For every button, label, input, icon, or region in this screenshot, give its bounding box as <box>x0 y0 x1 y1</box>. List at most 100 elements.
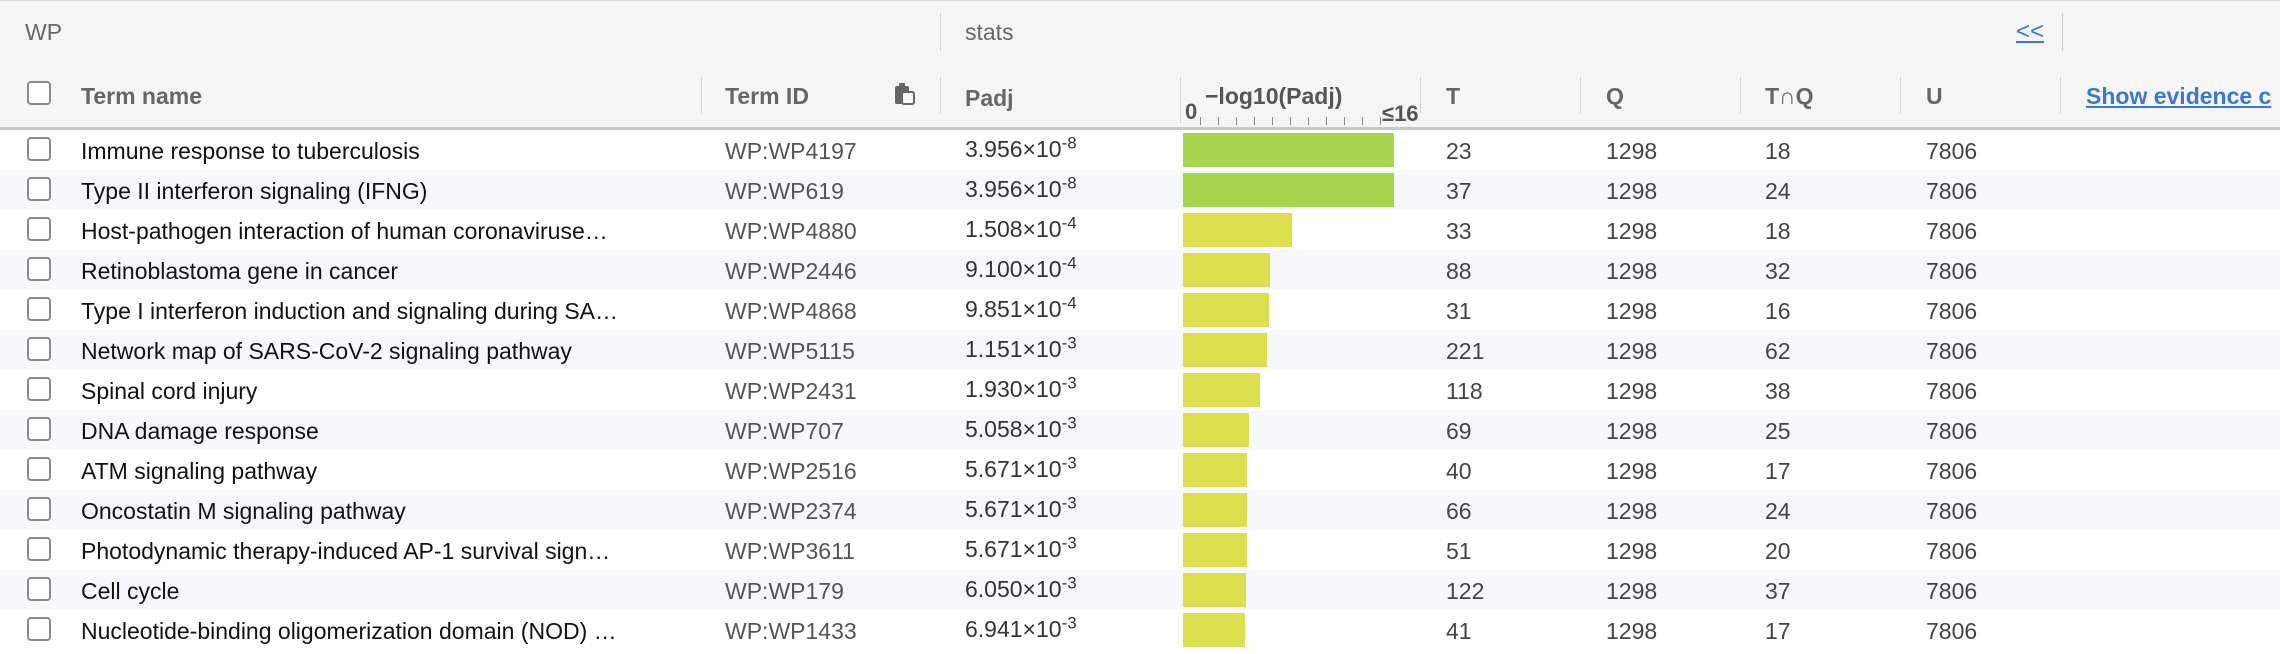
term-id[interactable]: WP:WP5115 <box>725 338 855 365</box>
term-name[interactable]: Spinal cord injury <box>81 378 257 405</box>
table-row[interactable]: Network map of SARS-CoV-2 signaling path… <box>0 330 2280 370</box>
neglog-padj-bar <box>1183 373 1260 407</box>
table-row[interactable]: Type I interferon induction and signalin… <box>0 290 2280 330</box>
column-u[interactable]: U <box>1926 83 1943 110</box>
column-divider[interactable] <box>1420 77 1421 113</box>
column-term-id[interactable]: Term ID <box>725 83 809 110</box>
padj-mantissa: 6.941×10 <box>965 616 1062 642</box>
row-checkbox[interactable] <box>27 257 51 281</box>
padj-exponent: -3 <box>1061 533 1077 553</box>
padj-mantissa: 3.956×10 <box>965 136 1062 162</box>
term-name[interactable]: Network map of SARS-CoV-2 signaling path… <box>81 338 572 365</box>
clipboard-icon[interactable] <box>893 81 915 112</box>
table-row[interactable]: ATM signaling pathway WP:WP2516 5.671×10-3… <box>0 450 2280 490</box>
select-all-checkbox[interactable] <box>27 81 51 105</box>
column-term-name[interactable]: Term name <box>81 83 202 110</box>
q-value: 1298 <box>1606 378 1658 404</box>
table-row[interactable]: Nucleotide-binding oligomerization domai… <box>0 610 2280 650</box>
table-row[interactable]: Spinal cord injury WP:WP2431 1.930×10-3 118… <box>0 370 2280 410</box>
q-value: 1298 <box>1606 538 1658 564</box>
table-row[interactable]: Retinoblastoma gene in cancer WP:WP2446 9.… <box>0 250 2280 290</box>
term-name[interactable]: Retinoblastoma gene in cancer <box>81 258 398 285</box>
term-name[interactable]: Nucleotide-binding oligomerization domai… <box>81 618 617 645</box>
u-value: 7806 <box>1926 498 1978 524</box>
term-id[interactable]: WP:WP707 <box>725 418 844 445</box>
table-row[interactable]: Immune response to tuberculosis WP:WP4197… <box>0 130 2280 170</box>
column-divider[interactable] <box>701 77 702 113</box>
u-value: 7806 <box>1926 618 1978 644</box>
term-name[interactable]: DNA damage response <box>81 418 319 445</box>
table-row[interactable]: DNA damage response WP:WP707 5.058×10-3 69 1… <box>0 410 2280 450</box>
term-id[interactable]: WP:WP2446 <box>725 258 857 285</box>
double-chevron-left-icon[interactable]: << <box>2016 18 2044 46</box>
term-name[interactable]: Type II interferon signaling (IFNG) <box>81 178 427 205</box>
term-id[interactable]: WP:WP4197 <box>725 138 857 165</box>
column-t[interactable]: T <box>1446 83 1460 110</box>
row-checkbox[interactable] <box>27 457 51 481</box>
term-id[interactable]: WP:WP4868 <box>725 298 857 325</box>
t-value: 66 <box>1446 498 1472 524</box>
row-checkbox[interactable] <box>27 297 51 321</box>
axis-tick <box>1236 117 1237 125</box>
row-checkbox[interactable] <box>27 337 51 361</box>
column-divider[interactable] <box>1900 77 1901 113</box>
term-name[interactable]: Photodynamic therapy-induced AP-1 surviv… <box>81 538 610 565</box>
row-checkbox[interactable] <box>27 177 51 201</box>
column-padj[interactable]: Padj <box>965 85 1014 112</box>
neglog-padj-bar <box>1183 493 1247 527</box>
u-value: 7806 <box>1926 418 1978 444</box>
padj-value: 5.671×10-3 <box>965 493 1077 523</box>
padj-value: 5.671×10-3 <box>965 454 1077 483</box>
term-name[interactable]: Immune response to tuberculosis <box>81 138 420 165</box>
term-id[interactable]: WP:WP2374 <box>725 498 857 525</box>
padj-value: 9.100×10-4 <box>965 254 1077 283</box>
table-row[interactable]: Type II interferon signaling (IFNG) WP:WP… <box>0 170 2280 210</box>
term-name[interactable]: ATM signaling pathway <box>81 458 317 485</box>
row-checkbox[interactable] <box>27 577 51 601</box>
tq-value: 37 <box>1765 578 1791 604</box>
row-checkbox[interactable] <box>27 377 51 401</box>
padj-value: 1.508×10-4 <box>965 214 1077 243</box>
row-checkbox[interactable] <box>27 497 51 521</box>
row-checkbox[interactable] <box>27 417 51 441</box>
row-checkbox[interactable] <box>27 137 51 161</box>
column-t-intersect-q[interactable]: T∩Q <box>1765 83 1814 110</box>
u-value: 7806 <box>1926 138 1978 164</box>
table-row[interactable]: Cell cycle WP:WP179 6.050×10-3 122 1298 37 780… <box>0 570 2280 610</box>
term-id[interactable]: WP:WP2431 <box>725 378 857 405</box>
term-id[interactable]: WP:WP3611 <box>725 538 855 565</box>
row-checkbox[interactable] <box>27 617 51 641</box>
padj-exponent: -3 <box>1061 493 1077 513</box>
table-row[interactable]: Photodynamic therapy-induced AP-1 surviv… <box>0 530 2280 570</box>
column-divider[interactable] <box>1580 77 1581 113</box>
column-q[interactable]: Q <box>1606 83 1624 110</box>
u-value: 7806 <box>1926 378 1978 404</box>
axis-max-label: ≤16 <box>1382 101 1419 126</box>
axis-tick <box>1380 117 1381 125</box>
tq-value: 18 <box>1765 218 1791 244</box>
table-row[interactable]: Host-pathogen interaction of human coron… <box>0 210 2280 250</box>
column-divider[interactable] <box>1740 77 1741 113</box>
term-name[interactable]: Oncostatin M signaling pathway <box>81 498 406 525</box>
term-name[interactable]: Host-pathogen interaction of human coron… <box>81 218 608 245</box>
padj-exponent: -8 <box>1061 173 1077 193</box>
axis-tick <box>1290 117 1291 125</box>
term-id[interactable]: WP:WP619 <box>725 178 844 205</box>
term-id[interactable]: WP:WP179 <box>725 578 844 605</box>
column-neglog-padj[interactable]: −log10(Padj) <box>1205 83 1342 110</box>
column-divider[interactable] <box>1180 77 1181 123</box>
term-id[interactable]: WP:WP2516 <box>725 458 857 485</box>
term-id[interactable]: WP:WP4880 <box>725 218 857 245</box>
show-evidence-link[interactable]: Show evidence c <box>2086 83 2271 110</box>
term-name[interactable]: Type I interferon induction and signalin… <box>81 298 618 325</box>
q-value: 1298 <box>1606 418 1658 444</box>
term-id[interactable]: WP:WP1433 <box>725 618 857 645</box>
axis-tick <box>1218 117 1219 125</box>
table-row[interactable]: Oncostatin M signaling pathway WP:WP2374 5… <box>0 490 2280 530</box>
row-checkbox[interactable] <box>27 537 51 561</box>
term-name[interactable]: Cell cycle <box>81 578 179 605</box>
column-divider[interactable] <box>940 77 941 113</box>
column-divider[interactable] <box>2060 77 2061 113</box>
q-value: 1298 <box>1606 618 1658 644</box>
row-checkbox[interactable] <box>27 217 51 241</box>
